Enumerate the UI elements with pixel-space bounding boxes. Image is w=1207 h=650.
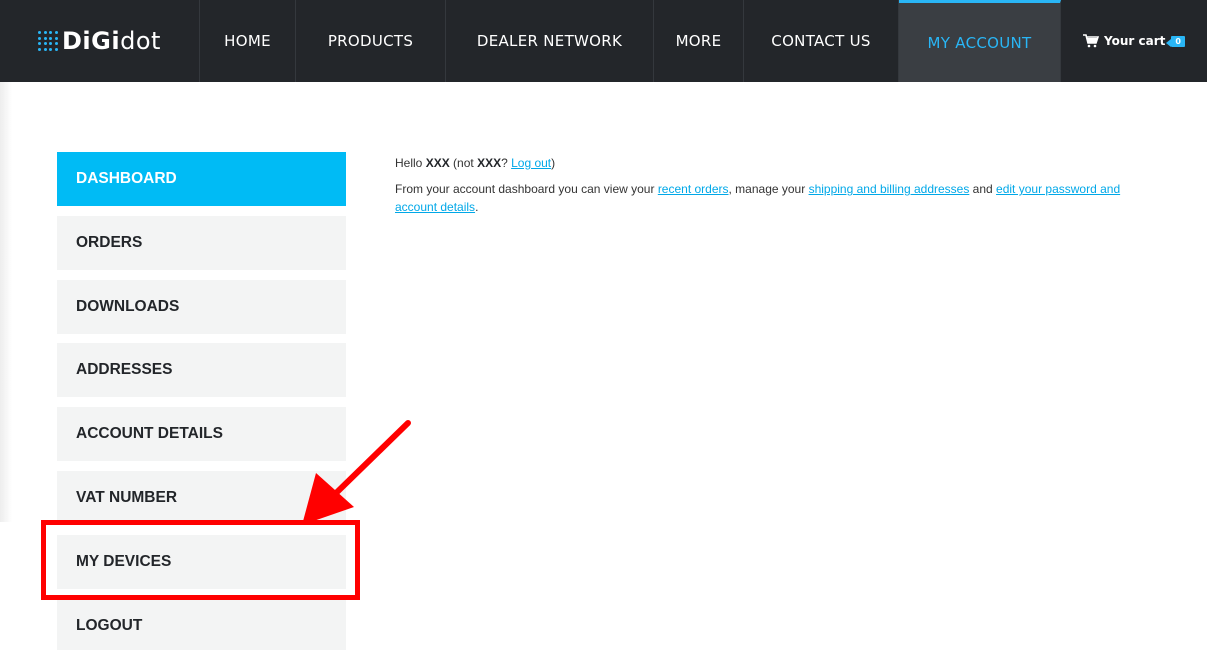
menu-item-logout[interactable]: LOGOUT <box>57 598 346 650</box>
page-edge-shadow <box>0 82 12 522</box>
recent-orders-link[interactable]: recent orders <box>658 182 729 196</box>
cart-icon <box>1083 34 1100 48</box>
nav-my-account[interactable]: MY ACCOUNT <box>899 0 1061 82</box>
dashboard-content: Hello XXX (not XXX? Log out) From your a… <box>395 154 1155 224</box>
top-navigation: DiGidot HOME PRODUCTS DEALER NETWORK MOR… <box>0 0 1207 82</box>
account-menu: DASHBOARD ORDERS DOWNLOADS ADDRESSES ACC… <box>57 152 346 650</box>
menu-item-my-devices[interactable]: MY DEVICES <box>57 534 346 589</box>
cart-count-badge: 0 <box>1166 35 1185 47</box>
logo-text: DiGidot <box>62 27 161 55</box>
menu-item-account-details[interactable]: ACCOUNT DETAILS <box>57 407 346 462</box>
menu-item-addresses[interactable]: ADDRESSES <box>57 343 346 398</box>
logout-link[interactable]: Log out <box>511 156 551 170</box>
nav-contact-us[interactable]: CONTACT US <box>744 0 899 82</box>
nav-home[interactable]: HOME <box>200 0 296 82</box>
logo[interactable]: DiGidot <box>0 0 200 82</box>
menu-item-downloads[interactable]: DOWNLOADS <box>57 279 346 334</box>
dashboard-intro: From your account dashboard you can view… <box>395 182 1121 214</box>
addresses-link[interactable]: shipping and billing addresses <box>809 182 970 196</box>
username-alt: XXX <box>477 156 502 170</box>
greeting-text: Hello XXX (not XXX? Log out) <box>395 156 556 170</box>
nav-more[interactable]: MORE <box>654 0 744 82</box>
cart-label: Your cart <box>1104 34 1166 48</box>
username: XXX <box>425 156 450 170</box>
nav-dealer-network[interactable]: DEALER NETWORK <box>446 0 654 82</box>
nav-products[interactable]: PRODUCTS <box>296 0 446 82</box>
cart-link[interactable]: Your cart 0 <box>1061 0 1207 82</box>
menu-item-dashboard[interactable]: DASHBOARD <box>57 152 346 206</box>
logo-dots-icon <box>38 31 58 51</box>
menu-item-vat-number[interactable]: VAT NUMBER <box>57 470 346 525</box>
menu-item-orders[interactable]: ORDERS <box>57 215 346 270</box>
